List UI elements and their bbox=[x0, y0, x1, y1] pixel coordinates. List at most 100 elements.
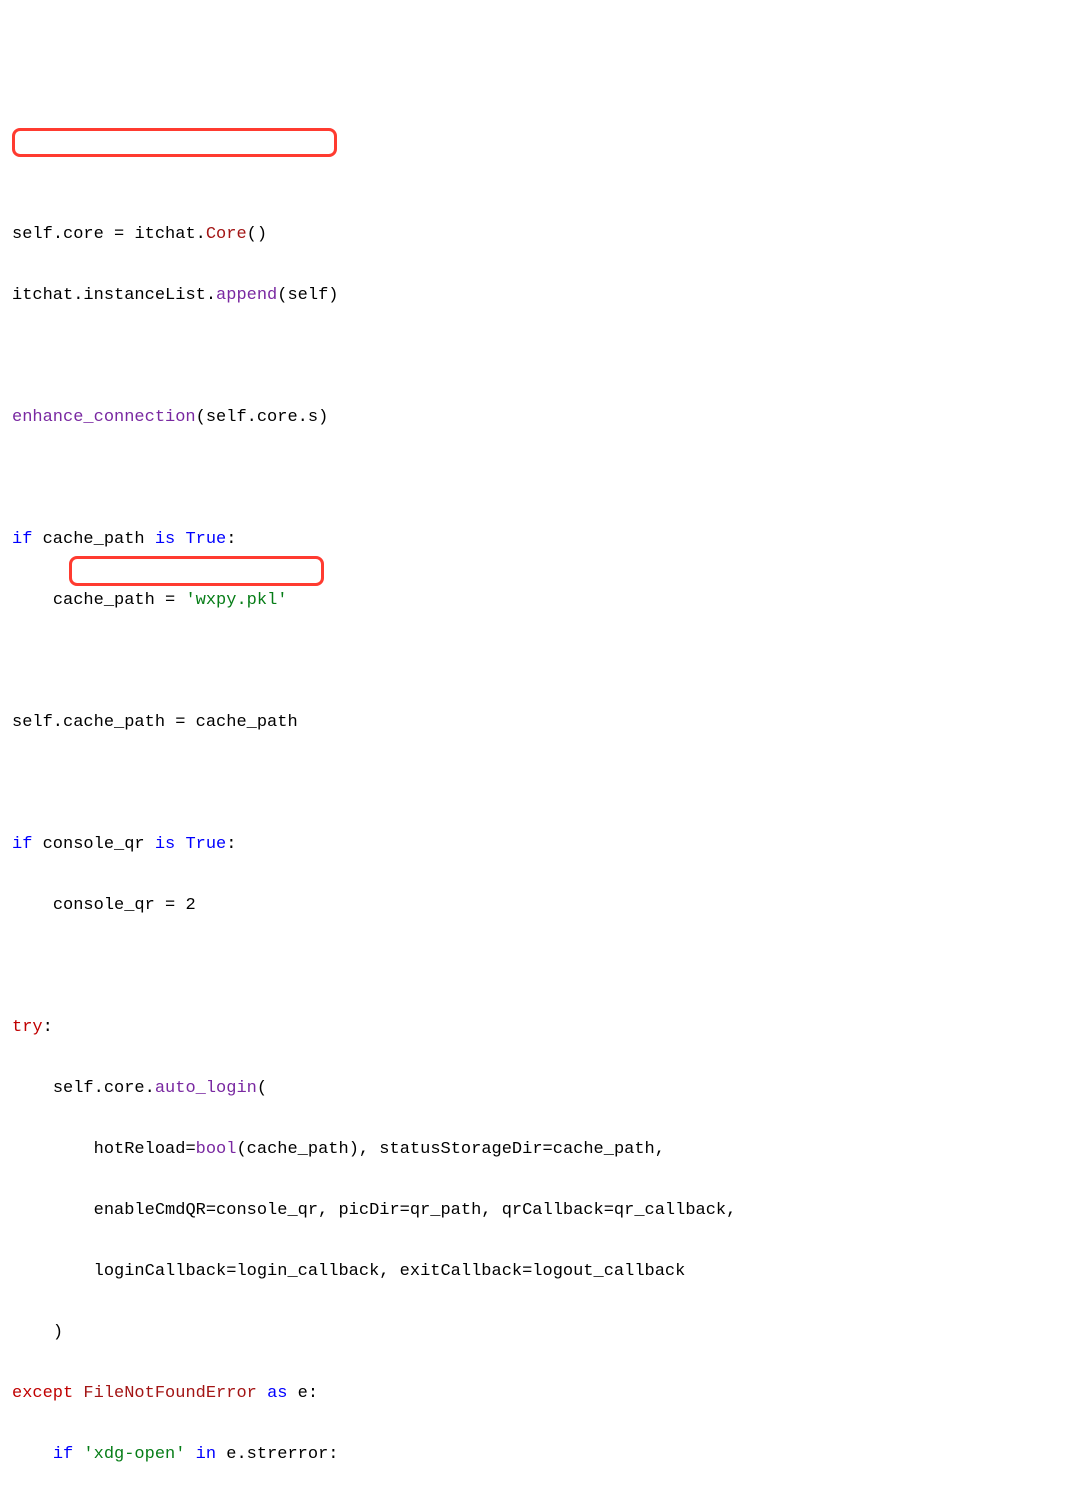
token: : bbox=[226, 530, 236, 549]
token bbox=[185, 1445, 195, 1464]
token: ( bbox=[257, 1079, 267, 1098]
token: except bbox=[12, 1384, 73, 1403]
token: if bbox=[53, 1445, 73, 1464]
token bbox=[145, 530, 155, 549]
token: : bbox=[308, 1384, 318, 1403]
token: : bbox=[226, 835, 236, 854]
code-line-13 bbox=[12, 952, 1068, 983]
code-line-2: itchat.instanceList.append(self) bbox=[12, 281, 1068, 312]
token: , statusStorageDir=cache_path, bbox=[359, 1140, 665, 1159]
token: try bbox=[12, 1018, 43, 1037]
token: . bbox=[196, 225, 206, 244]
token: console_qr bbox=[53, 896, 155, 915]
token: loginCallback=login_callback, exitCallba… bbox=[94, 1262, 686, 1281]
token bbox=[12, 1079, 53, 1098]
token: is bbox=[155, 835, 175, 854]
token bbox=[216, 1445, 226, 1464]
token bbox=[12, 1140, 94, 1159]
token: self bbox=[12, 225, 53, 244]
token: () bbox=[247, 225, 267, 244]
token: itchat bbox=[12, 286, 73, 305]
token: ) bbox=[318, 408, 328, 427]
token bbox=[12, 1201, 94, 1220]
token bbox=[175, 530, 185, 549]
token: . bbox=[53, 225, 63, 244]
token: e.strerror bbox=[226, 1445, 328, 1464]
token: cache_path bbox=[53, 591, 155, 610]
token: ) bbox=[349, 1140, 359, 1159]
token: = bbox=[104, 225, 135, 244]
token: in bbox=[196, 1445, 216, 1464]
code-line-19: ) bbox=[12, 1318, 1068, 1349]
token: ( bbox=[277, 286, 287, 305]
token: : bbox=[328, 1445, 338, 1464]
token: self bbox=[287, 286, 328, 305]
token bbox=[12, 1445, 53, 1464]
token: as bbox=[267, 1384, 287, 1403]
token: 'xdg-open' bbox=[83, 1445, 185, 1464]
code-line-4: enhance_connection(self.core.s) bbox=[12, 403, 1068, 434]
token bbox=[32, 530, 42, 549]
token bbox=[12, 591, 53, 610]
code-line-3 bbox=[12, 342, 1068, 373]
code-block: self.core = itchat.Core() itchat.instanc… bbox=[12, 128, 1068, 1488]
token: console_qr bbox=[43, 835, 145, 854]
token: cache_path bbox=[43, 530, 145, 549]
code-line-9: self.cache_path = cache_path bbox=[12, 708, 1068, 739]
code-line-6: if cache_path is True: bbox=[12, 525, 1068, 556]
token bbox=[12, 1323, 53, 1342]
code-line-8 bbox=[12, 647, 1068, 678]
code-line-7: cache_path = 'wxpy.pkl' bbox=[12, 586, 1068, 617]
token: is bbox=[155, 530, 175, 549]
token: . bbox=[206, 286, 216, 305]
token: hotReload= bbox=[94, 1140, 196, 1159]
code-line-10 bbox=[12, 769, 1068, 800]
token bbox=[257, 1384, 267, 1403]
token: ) bbox=[328, 286, 338, 305]
token bbox=[73, 1384, 83, 1403]
token: e bbox=[298, 1384, 308, 1403]
token: True bbox=[185, 530, 226, 549]
code-line-1: self.core = itchat.Core() bbox=[12, 220, 1068, 251]
token bbox=[73, 1445, 83, 1464]
token: . bbox=[73, 286, 83, 305]
token: = bbox=[155, 591, 186, 610]
token: ( bbox=[236, 1140, 246, 1159]
code-line-21: if 'xdg-open' in e.strerror: bbox=[12, 1440, 1068, 1471]
token bbox=[12, 896, 53, 915]
code-line-17: enableCmdQR=console_qr, picDir=qr_path, … bbox=[12, 1196, 1068, 1227]
highlight-box-1 bbox=[12, 128, 337, 157]
token: 2 bbox=[185, 896, 195, 915]
code-line-20: except FileNotFoundError as e: bbox=[12, 1379, 1068, 1410]
code-line-15: self.core.auto_login( bbox=[12, 1074, 1068, 1105]
token: FileNotFoundError bbox=[83, 1384, 256, 1403]
token bbox=[175, 835, 185, 854]
token: core bbox=[63, 225, 104, 244]
token: enableCmdQR=console_qr, picDir=qr_path, … bbox=[94, 1201, 737, 1220]
code-line-16: hotReload=bool(cache_path), statusStorag… bbox=[12, 1135, 1068, 1166]
code-line-5 bbox=[12, 464, 1068, 495]
token: if bbox=[12, 530, 32, 549]
token: True bbox=[185, 835, 226, 854]
token bbox=[287, 1384, 297, 1403]
token: Core bbox=[206, 225, 247, 244]
token bbox=[145, 835, 155, 854]
code-line-12: console_qr = 2 bbox=[12, 891, 1068, 922]
token: self.core. bbox=[53, 1079, 155, 1098]
token bbox=[32, 835, 42, 854]
token: ) bbox=[53, 1323, 63, 1342]
token: enhance_connection bbox=[12, 408, 196, 427]
token bbox=[12, 1262, 94, 1281]
token: cache_path bbox=[247, 1140, 349, 1159]
token: itchat bbox=[134, 225, 195, 244]
token: cache_path bbox=[196, 713, 298, 732]
code-line-14: try: bbox=[12, 1013, 1068, 1044]
highlight-box-2 bbox=[69, 556, 324, 586]
token: = bbox=[165, 713, 196, 732]
token: instanceList bbox=[83, 286, 205, 305]
code-line-18: loginCallback=login_callback, exitCallba… bbox=[12, 1257, 1068, 1288]
token: 'wxpy.pkl' bbox=[185, 591, 287, 610]
token: bool bbox=[196, 1140, 237, 1159]
token: : bbox=[43, 1018, 53, 1037]
token: self.cache_path bbox=[12, 713, 165, 732]
